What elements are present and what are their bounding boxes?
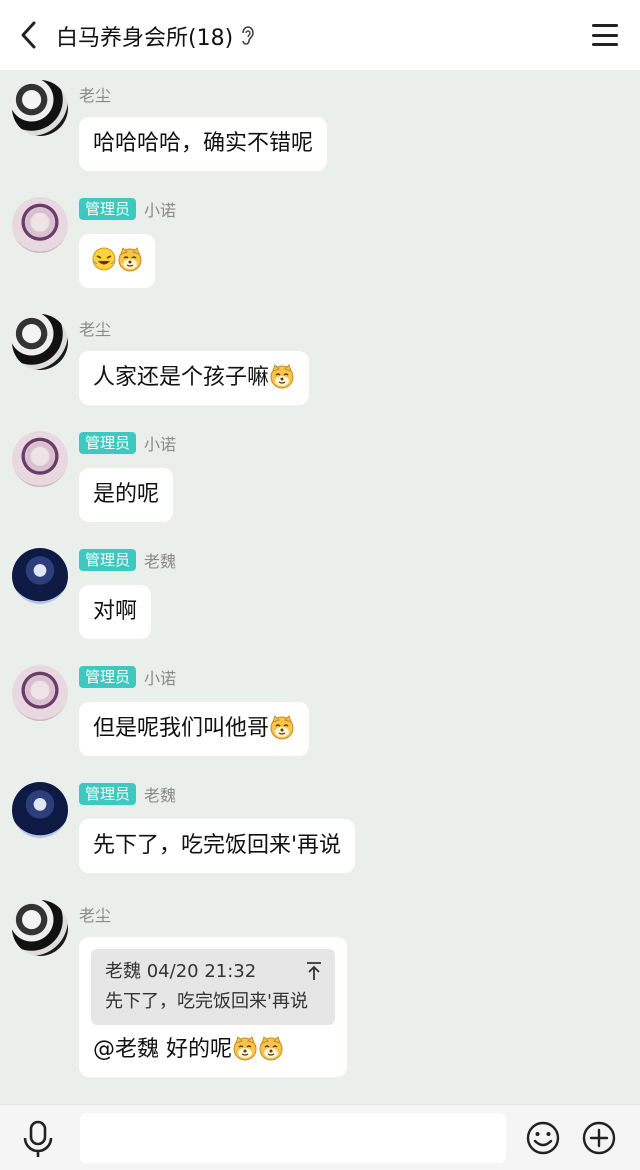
quoted-message[interactable]: 老魏 04/20 21:32 先下了，吃完饭回来'再说 xyxy=(91,949,335,1025)
message-bubble[interactable]: 先下了，吃完饭回来'再说 xyxy=(79,819,356,873)
chat-title: 白马养身会所(18) xyxy=(56,20,257,52)
message-text: 是的呢 xyxy=(93,482,160,507)
avatar[interactable] xyxy=(12,431,68,487)
quote-text: 先下了，吃完饭回来'再说 xyxy=(105,991,308,1012)
avatar[interactable] xyxy=(12,314,68,370)
sender-name: 老尘 xyxy=(79,320,112,339)
jump-to-original-icon[interactable] xyxy=(305,961,323,981)
avatar[interactable] xyxy=(12,80,68,136)
sender-name: 小诺 xyxy=(144,201,177,220)
sender-name: 老魏 xyxy=(144,552,177,571)
message-text: 哈哈哈哈，确实不错呢 xyxy=(93,131,314,156)
doge-emoji-icon xyxy=(270,715,294,740)
avatar[interactable] xyxy=(12,197,68,253)
sender-name: 老魏 xyxy=(144,786,177,805)
sender-name: 老尘 xyxy=(79,86,112,105)
back-button[interactable] xyxy=(12,17,44,53)
message-meta: 管理员 小诺 xyxy=(79,432,176,454)
message-bubble[interactable] xyxy=(79,234,155,288)
message-meta: 管理员 小诺 xyxy=(79,198,176,220)
admin-badge: 管理员 xyxy=(79,198,137,220)
smiley-icon[interactable] xyxy=(526,1121,560,1155)
message-meta: 管理员 老魏 xyxy=(79,549,176,571)
admin-badge: 管理员 xyxy=(79,666,137,688)
quote-header: 老魏 04/20 21:32 xyxy=(105,961,257,982)
sender-name: 小诺 xyxy=(144,435,177,454)
avatar[interactable] xyxy=(12,782,68,838)
message-text: 但是呢我们叫他哥 xyxy=(93,716,270,741)
message-bubble[interactable]: 人家还是个孩子嘛 xyxy=(79,351,310,405)
doge-emoji-icon xyxy=(270,364,294,389)
chat-title-text: 白马养身会所(18) xyxy=(56,26,234,51)
avatar[interactable] xyxy=(12,665,68,721)
chevron-left-icon xyxy=(21,21,36,49)
message-meta: 管理员 小诺 xyxy=(79,666,176,688)
message-meta: 管理员 老魏 xyxy=(79,783,176,805)
message-bubble[interactable]: 对啊 xyxy=(79,585,152,639)
message-text: 先下了，吃完饭回来'再说 xyxy=(93,833,342,858)
message-meta: 老尘 xyxy=(79,317,111,339)
message-meta: 老尘 xyxy=(79,83,111,105)
chat-header: 白马养身会所(18) xyxy=(0,0,640,70)
message-bubble[interactable]: 哈哈哈哈，确实不错呢 xyxy=(79,117,328,171)
sender-name: 小诺 xyxy=(144,669,177,688)
message-text: 人家还是个孩子嘛 xyxy=(93,365,270,390)
hamburger-menu-icon[interactable] xyxy=(592,22,618,48)
message-text: @老魏 好的呢 xyxy=(93,1037,232,1062)
message-input[interactable] xyxy=(80,1113,506,1163)
microphone-icon[interactable] xyxy=(20,1119,56,1159)
sender-name: 老尘 xyxy=(79,906,112,925)
message-meta: 老尘 xyxy=(79,903,111,925)
message-bubble[interactable]: 但是呢我们叫他哥 xyxy=(79,702,310,756)
plus-circle-icon[interactable] xyxy=(582,1121,616,1155)
ear-icon[interactable] xyxy=(239,25,257,47)
message-bubble[interactable]: 老魏 04/20 21:32 先下了，吃完饭回来'再说 @老魏 好的呢 xyxy=(79,937,347,1077)
admin-badge: 管理员 xyxy=(79,549,137,571)
doge-emoji-icon xyxy=(118,247,142,272)
doge-emoji-icon xyxy=(233,1036,257,1061)
doge-emoji-icon xyxy=(259,1036,283,1061)
avatar[interactable] xyxy=(12,548,68,604)
input-bar xyxy=(0,1104,640,1170)
admin-badge: 管理员 xyxy=(79,783,137,805)
avatar[interactable] xyxy=(12,900,68,956)
message-text: 对啊 xyxy=(93,599,138,624)
message-bubble[interactable]: 是的呢 xyxy=(79,468,174,522)
admin-badge: 管理员 xyxy=(79,432,137,454)
laughing-emoji-icon xyxy=(92,247,116,271)
